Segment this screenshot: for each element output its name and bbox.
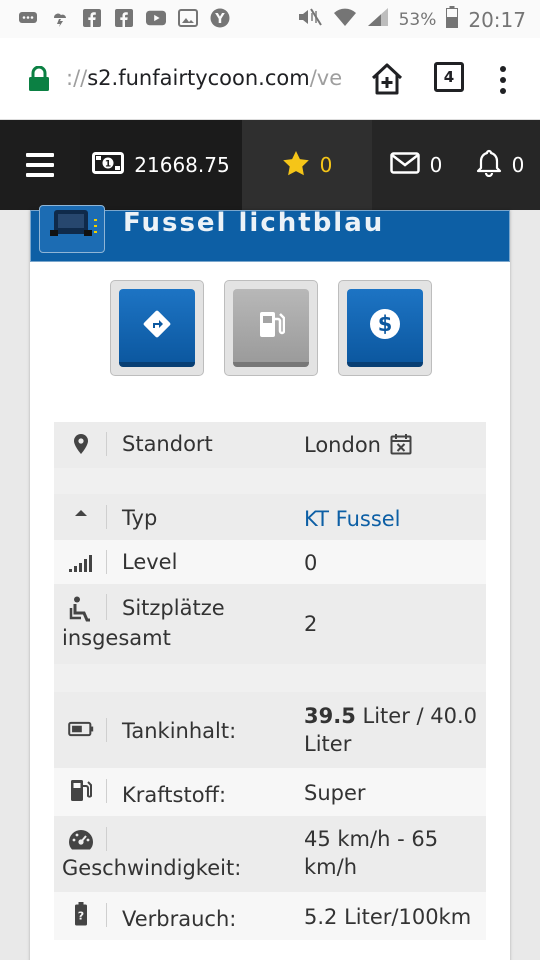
envelope-icon <box>389 151 420 179</box>
svg-text:Y: Y <box>214 12 225 27</box>
speed-unit: km/h <box>304 855 358 879</box>
detail-row-fuel: Kraftstoff: Super <box>54 768 486 816</box>
hamburger-icon <box>26 153 54 177</box>
battery-icon <box>446 6 459 33</box>
tank-capacity: Liter / 40.0 <box>355 704 478 728</box>
detail-row-level: Level 0 <box>54 540 486 584</box>
section-divider <box>54 664 486 692</box>
system-status: 53% 20:17 <box>297 6 526 33</box>
route-icon <box>142 309 172 343</box>
location-value: London <box>304 433 381 457</box>
notifications-count: 0 <box>511 153 525 177</box>
vehicle-image <box>39 205 105 253</box>
tank-value: 39.5 Liter / 40.0 Liter <box>304 702 482 758</box>
detail-row-type: Typ KT Fussel <box>54 494 486 540</box>
stars-value: 0 <box>319 153 333 177</box>
tank-current: 39.5 <box>304 704 356 728</box>
main-menu-button[interactable] <box>0 120 80 210</box>
detail-row-location: Standort London <box>54 422 486 468</box>
tank-unit: Liter <box>304 732 352 756</box>
wheelchair-icon <box>68 596 94 622</box>
location-value-wrap: London <box>304 431 482 462</box>
svg-text:?: ? <box>78 910 84 923</box>
messages-button[interactable]: 0 <box>372 120 460 210</box>
fuel-icon <box>257 309 286 343</box>
refuel-button[interactable] <box>224 280 318 376</box>
speed-value: 45 km/h - 65 km/h <box>304 825 482 881</box>
consumption-value: 5.2 Liter/100km <box>304 905 472 929</box>
url-scheme: :// <box>66 66 88 90</box>
bell-icon <box>476 149 502 182</box>
level-label: Level <box>122 550 178 574</box>
detail-row-seats: Sitzplätze insgesamt 2 <box>54 584 486 664</box>
chat-icon <box>18 8 38 28</box>
type-label: Typ <box>122 506 158 530</box>
detail-row-speed: Geschwindigkeit: 45 km/h - 65 km/h <box>54 816 486 892</box>
tab-switcher-button[interactable]: 4 <box>434 62 464 92</box>
map-marker-icon <box>68 433 94 455</box>
fuel-value: Super <box>304 781 366 805</box>
seats-label-line1: Sitzplätze <box>122 596 225 620</box>
battery-percent: 53% <box>398 9 437 30</box>
messages-count: 0 <box>429 153 443 177</box>
facebook-icon <box>82 8 102 28</box>
dollar-icon: $ <box>369 308 401 344</box>
facebook-icon <box>114 8 134 28</box>
star-icon <box>282 150 310 181</box>
address-bar[interactable]: ://s2.funfairtycoon.com/ve <box>66 66 356 90</box>
notification-icons: Y <box>18 8 230 28</box>
detail-row-consumption: ? Verbrauch: 5.2 Liter/100km <box>54 892 486 940</box>
vehicle-actions: $ <box>110 280 432 376</box>
svg-text:1: 1 <box>105 159 111 169</box>
speed-range: 45 km/h - 65 <box>304 827 439 851</box>
gallery-icon <box>178 8 198 28</box>
vehicle-header: Fussel lichtblau <box>30 205 510 262</box>
battery-question-icon: ? <box>68 902 94 926</box>
banknote-icon: 1 <box>92 151 125 179</box>
caret-up-icon <box>68 508 94 518</box>
money-display[interactable]: 1 21668.75 <box>80 120 242 210</box>
browser-toolbar: ://s2.funfairtycoon.com/ve 4 <box>0 38 540 120</box>
speed-label: Geschwindigkeit: <box>62 856 242 880</box>
vehicle-card: Fussel lichtblau $ Standort London Typ K… <box>30 205 510 960</box>
consumption-label: Verbrauch: <box>122 907 237 931</box>
seats-label-line2: insgesamt <box>62 626 171 650</box>
detail-row-tank: Tankinhalt: 39.5 Liter / 40.0 Liter <box>54 692 486 768</box>
stars-display[interactable]: 0 <box>242 120 372 210</box>
browser-menu-button[interactable] <box>500 66 506 94</box>
youtube-icon <box>146 8 166 28</box>
url-path: /ve <box>309 66 343 90</box>
level-value: 0 <box>304 551 318 575</box>
signal-bars-icon <box>68 552 94 572</box>
signal-icon <box>367 7 389 32</box>
sell-button[interactable]: $ <box>338 280 432 376</box>
notifications-button[interactable]: 0 <box>460 120 540 210</box>
yahoo-icon: Y <box>210 8 230 28</box>
speedometer-icon <box>68 829 94 851</box>
svg-text:$: $ <box>378 312 393 336</box>
home-button[interactable] <box>370 62 404 100</box>
battery-half-icon <box>68 720 94 738</box>
calendar-x-icon[interactable] <box>390 433 412 462</box>
mute-icon <box>297 7 323 32</box>
money-value: 21668.75 <box>134 153 230 177</box>
route-button[interactable] <box>110 280 204 376</box>
fuel-label: Kraftstoff: <box>122 783 227 807</box>
section-divider <box>54 468 486 494</box>
type-value-link[interactable]: KT Fussel <box>304 505 482 533</box>
vehicle-details-table: Standort London Typ KT Fussel Level 0 Si… <box>54 422 486 940</box>
clock: 20:17 <box>468 7 526 32</box>
status-bar: Y 53% 20:17 <box>0 0 540 38</box>
tank-label: Tankinhalt: <box>122 719 237 743</box>
wifi-icon <box>333 7 357 32</box>
seats-value: 2 <box>304 612 318 636</box>
lock-icon[interactable] <box>28 65 50 96</box>
fuel-pump-icon <box>68 778 94 802</box>
vehicle-title: Fussel lichtblau <box>123 208 385 238</box>
game-nav-bar: 1 21668.75 0 0 0 <box>0 120 540 210</box>
url-host: s2.funfairtycoon.com <box>87 66 310 90</box>
weather-icon <box>50 8 70 28</box>
location-label: Standort <box>122 432 213 456</box>
